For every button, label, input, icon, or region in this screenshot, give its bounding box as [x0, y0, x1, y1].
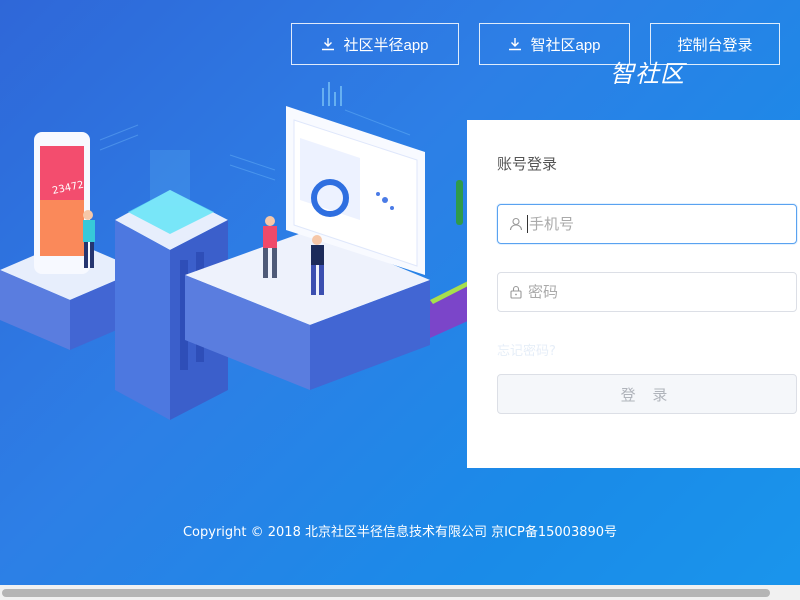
button-label: 社区半径app: [343, 36, 429, 54]
button-label: 智社区app: [530, 36, 601, 54]
phone-input[interactable]: [529, 215, 779, 233]
text-caret: [527, 215, 528, 233]
lock-icon: [510, 285, 522, 299]
scrollbar-thumb[interactable]: [2, 589, 770, 597]
download-smart-community-app-button[interactable]: 智社区app: [479, 23, 630, 65]
password-input[interactable]: [528, 283, 778, 301]
forgot-password-link[interactable]: 忘记密码?: [497, 340, 556, 359]
login-submit-button[interactable]: 登 录: [497, 374, 797, 414]
horizontal-scrollbar[interactable]: [0, 585, 800, 600]
login-panel: 账号登录 忘记密码? 登 录: [467, 120, 800, 468]
hero-illustration: 23472: [0, 106, 470, 420]
download-community-radius-app-button[interactable]: 社区半径app: [291, 23, 459, 65]
footer-copyright: Copyright © 2018 北京社区半径信息技术有限公司 京ICP备150…: [182, 525, 618, 540]
download-icon: [509, 38, 522, 51]
phone-field[interactable]: [497, 204, 797, 244]
download-icon: [322, 38, 335, 51]
user-icon: [509, 217, 523, 231]
button-label: 控制台登录: [677, 36, 753, 54]
password-field[interactable]: [497, 272, 797, 312]
login-title: 账号登录: [497, 155, 558, 173]
brand-logo-text: 智社区: [610, 60, 685, 88]
